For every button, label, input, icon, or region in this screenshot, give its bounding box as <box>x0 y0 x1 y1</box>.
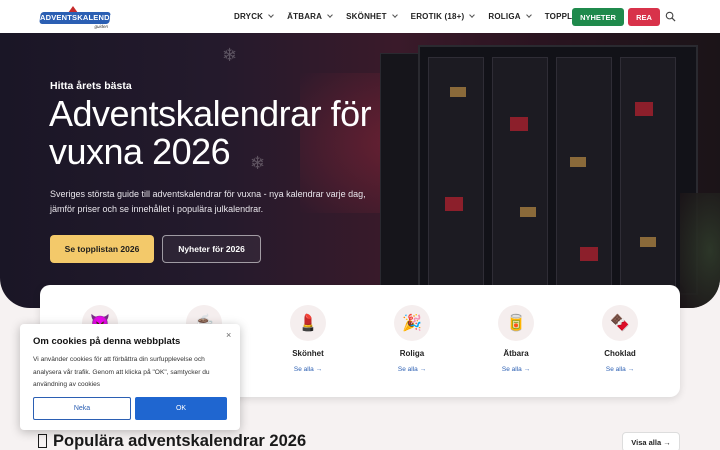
category-see-all[interactable]: Se alla → <box>580 366 660 373</box>
search-icon[interactable] <box>665 11 676 22</box>
accept-button[interactable]: OK <box>135 397 227 420</box>
category-name: Choklad <box>604 349 636 358</box>
category-name: Roliga <box>399 349 425 358</box>
snowflake-icon: ❄ <box>222 45 238 65</box>
chevron-down-icon <box>268 12 274 18</box>
cookie-title: Om cookies på denna webbplats <box>33 336 181 347</box>
calendar-column <box>620 57 676 287</box>
nav-item-atbara[interactable]: ÄTBARA <box>287 12 333 21</box>
cosmetics-icon: 💄 <box>290 305 326 341</box>
category-name: Skönhet <box>292 349 324 358</box>
news-button[interactable]: NYHETER <box>572 8 624 26</box>
cookie-text: Vi använder cookies för att förbättra di… <box>33 356 210 388</box>
cookie-banner: Om cookies på denna webbplats × Vi använ… <box>20 324 240 430</box>
decline-button[interactable]: Neka <box>33 397 131 420</box>
cosmetics-icon-glyph: 💄 <box>298 315 318 332</box>
jar-icon: 🥫 <box>498 305 534 341</box>
close-icon[interactable]: × <box>226 330 231 340</box>
toplist-button[interactable]: Se topplistan 2026 <box>50 235 154 263</box>
party-popper-icon-glyph: 🎉 <box>402 315 422 332</box>
chevron-down-icon <box>391 12 398 18</box>
hero-title: Adventskalendrar för vuxna 2026 <box>49 93 372 172</box>
logo-subtext: guiden <box>94 24 108 29</box>
nav-label: DRYCK <box>234 12 264 21</box>
hero-description: Sveriges största guide till adventskalen… <box>50 189 366 214</box>
nav-label: ROLIGA <box>488 12 521 21</box>
nav-label: SKÖNHET <box>346 12 387 21</box>
nav-label: ÄTBARA <box>287 12 323 21</box>
hero-section: ❄ ❄ Hitta årets bästa Adventskalendrar f… <box>0 33 720 308</box>
calendar-column <box>492 57 548 287</box>
category-choklad[interactable]: 🍫 Choklad Se alla → <box>580 305 660 373</box>
nav-label: EROTIK (18+) <box>410 12 465 21</box>
calendar-hatch <box>640 237 656 247</box>
chevron-down-icon <box>327 12 333 18</box>
site-logo[interactable]: ADVENTSKALENDER guiden <box>39 6 121 29</box>
view-all-button[interactable]: Visa alla → <box>622 432 680 450</box>
calendar-hatch <box>580 247 598 261</box>
calendar-hatch <box>510 117 528 131</box>
logo-badge: ADVENTSKALENDER <box>39 12 121 24</box>
category-name: Ätbara <box>503 349 529 358</box>
sale-button[interactable]: REA <box>628 8 660 26</box>
calendar-hatch <box>445 197 463 211</box>
hero-calendar-image <box>418 45 698 295</box>
category-see-all[interactable]: Se alla → <box>476 366 556 373</box>
logo-text: ADVENTSKALENDER <box>40 13 121 22</box>
category-see-all[interactable]: Se alla → <box>268 366 348 373</box>
chocolate-icon-glyph: 🍫 <box>610 315 630 332</box>
popular-heading: Populära adventskalendrar 2026 <box>38 432 306 450</box>
jar-icon-glyph: 🥫 <box>506 315 526 332</box>
calendar-hatch <box>635 102 653 116</box>
christmas-tree-decoration <box>680 193 720 308</box>
chocolate-icon: 🍫 <box>602 305 638 341</box>
party-popper-icon: 🎉 <box>394 305 430 341</box>
chevron-down-icon <box>525 12 532 18</box>
news-2026-button[interactable]: Nyheter för 2026 <box>162 235 261 263</box>
category-see-all[interactable]: Se alla → <box>372 366 452 373</box>
nav-item-erotik[interactable]: EROTIK (18+) <box>410 12 476 21</box>
site-header: ADVENTSKALENDER guiden DRYCK ÄTBARA SKÖN… <box>0 0 720 33</box>
nav-item-roliga[interactable]: ROLIGA <box>488 12 532 21</box>
chevron-down-icon <box>469 12 476 18</box>
gift-icon <box>38 434 47 448</box>
nav-item-skonhet[interactable]: SKÖNHET <box>346 12 398 21</box>
calendar-hatch <box>450 87 466 97</box>
category-atbara[interactable]: 🥫 Ätbara Se alla → <box>476 305 556 373</box>
popular-title-text: Populära adventskalendrar 2026 <box>53 432 307 450</box>
nav-item-dryck[interactable]: DRYCK <box>234 12 274 21</box>
category-roliga[interactable]: 🎉 Roliga Se alla → <box>372 305 452 373</box>
calendar-hatch <box>570 157 586 167</box>
calendar-hatch <box>520 207 536 217</box>
main-nav: DRYCK ÄTBARA SKÖNHET EROTIK (18+) ROLIGA… <box>234 0 605 33</box>
hero-kicker: Hitta årets bästa <box>50 80 132 92</box>
category-skonhet[interactable]: 💄 Skönhet Se alla → <box>268 305 348 373</box>
